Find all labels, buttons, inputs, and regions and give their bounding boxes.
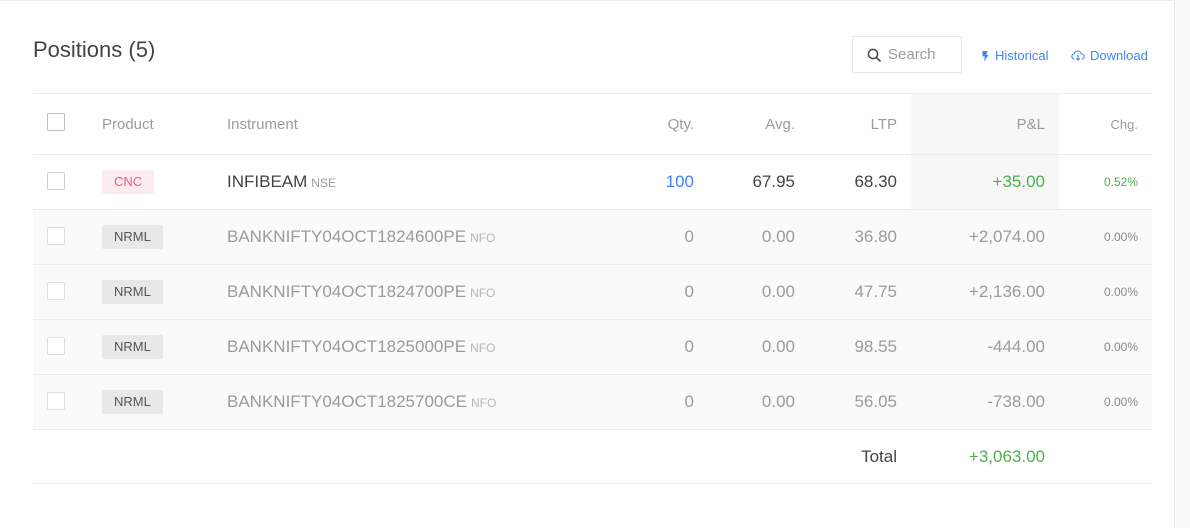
product-badge: NRML xyxy=(102,280,163,304)
table-row[interactable]: CNC INFIBEAM NSE 100 67.95 68.30 +35.00 … xyxy=(33,155,1152,210)
instrument-name: INFIBEAM xyxy=(227,172,308,191)
row-checkbox[interactable] xyxy=(47,337,65,355)
qty-value[interactable]: 100 xyxy=(666,155,694,209)
qty-value: 0 xyxy=(684,392,694,411)
ltp-value: 56.05 xyxy=(854,392,897,411)
table-row[interactable]: NRML BANKNIFTY04OCT1825700CE NFO 0 0.00 … xyxy=(33,375,1152,430)
table-header: Product Instrument Qty. Avg. LTP P&L Chg… xyxy=(33,93,1152,155)
download-link[interactable]: Download xyxy=(1071,48,1148,63)
pnl-value: -738.00 xyxy=(987,392,1045,411)
ltp-value: 98.55 xyxy=(854,337,897,356)
table-row[interactable]: NRML BANKNIFTY04OCT1825000PE NFO 0 0.00 … xyxy=(33,320,1152,375)
product-badge: NRML xyxy=(102,390,163,414)
historical-link[interactable]: Historical xyxy=(981,48,1048,63)
instrument-cell[interactable]: BANKNIFTY04OCT1824700PE NFO xyxy=(227,265,495,319)
positions-panel: Positions (5) Historical Download Produc… xyxy=(0,0,1175,528)
select-all-checkbox[interactable] xyxy=(47,113,65,131)
qty-value: 0 xyxy=(684,227,694,246)
qty-value: 0 xyxy=(684,337,694,356)
product-badge: NRML xyxy=(102,225,163,249)
avg-value: 0.00 xyxy=(761,282,795,301)
row-checkbox[interactable] xyxy=(47,227,65,245)
avg-value: 0.00 xyxy=(761,392,795,411)
cloud-download-icon xyxy=(1071,50,1085,61)
ltp-value: 68.30 xyxy=(854,172,897,191)
product-cell: CNC xyxy=(102,155,155,209)
header-chg[interactable]: Chg. xyxy=(1111,94,1138,154)
pnl-value: +2,074.00 xyxy=(968,227,1045,246)
exchange-label: NFO xyxy=(471,396,497,410)
header-pnl[interactable]: P&L xyxy=(1017,94,1045,154)
search-icon xyxy=(867,48,881,62)
total-pnl-value: +3,063.00 xyxy=(968,446,1045,466)
row-checkbox[interactable] xyxy=(47,282,65,300)
historical-icon xyxy=(982,50,989,61)
avg-value: 0.00 xyxy=(761,227,795,246)
chg-value: 0.00% xyxy=(1103,230,1138,244)
scroll-gutter xyxy=(1176,0,1190,528)
exchange-label: NFO xyxy=(470,341,496,355)
pnl-value: +35.00 xyxy=(992,172,1045,191)
pnl-value: +2,136.00 xyxy=(968,282,1045,301)
instrument-cell[interactable]: INFIBEAM NSE xyxy=(227,155,336,209)
header-instrument[interactable]: Instrument xyxy=(227,94,298,154)
product-badge: NRML xyxy=(102,335,163,359)
product-badge: CNC xyxy=(102,170,155,194)
download-label: Download xyxy=(1090,48,1148,63)
instrument-name: BANKNIFTY04OCT1825700CE xyxy=(227,392,467,411)
total-row: Total +3,063.00 xyxy=(33,430,1152,484)
chg-value: 0.00% xyxy=(1103,395,1138,409)
ltp-value: 36.80 xyxy=(854,227,897,246)
product-cell: NRML xyxy=(102,375,163,429)
product-cell: NRML xyxy=(102,265,163,319)
header-product[interactable]: Product xyxy=(102,94,154,154)
exchange-label: NFO xyxy=(470,231,496,245)
avg-value: 0.00 xyxy=(761,337,795,356)
header-qty[interactable]: Qty. xyxy=(668,94,694,154)
chg-value: 0.52% xyxy=(1103,175,1138,189)
instrument-name: BANKNIFTY04OCT1825000PE xyxy=(227,337,467,356)
exchange-label: NFO xyxy=(470,286,496,300)
instrument-cell[interactable]: BANKNIFTY04OCT1824600PE NFO xyxy=(227,210,495,264)
page-title: Positions (5) xyxy=(33,37,156,62)
instrument-cell[interactable]: BANKNIFTY04OCT1825700CE NFO xyxy=(227,375,496,429)
total-label: Total xyxy=(861,446,897,466)
instrument-cell[interactable]: BANKNIFTY04OCT1825000PE NFO xyxy=(227,320,495,374)
exchange-label: NSE xyxy=(311,176,336,190)
table-row[interactable]: NRML BANKNIFTY04OCT1824700PE NFO 0 0.00 … xyxy=(33,265,1152,320)
historical-label: Historical xyxy=(995,48,1049,63)
positions-table: Product Instrument Qty. Avg. LTP P&L Chg… xyxy=(33,93,1152,484)
header-avg[interactable]: Avg. xyxy=(765,94,795,154)
search-input[interactable] xyxy=(888,46,958,63)
instrument-name: BANKNIFTY04OCT1824700PE xyxy=(227,282,467,301)
header-ltp[interactable]: LTP xyxy=(871,94,897,154)
product-cell: NRML xyxy=(102,210,163,264)
row-checkbox[interactable] xyxy=(47,392,65,410)
chg-value: 0.00% xyxy=(1103,285,1138,299)
search-box[interactable] xyxy=(852,36,962,73)
qty-value: 0 xyxy=(684,282,694,301)
chg-value: 0.00% xyxy=(1103,340,1138,354)
avg-value: 67.95 xyxy=(752,172,795,191)
ltp-value: 47.75 xyxy=(854,282,897,301)
row-checkbox[interactable] xyxy=(47,172,65,190)
pnl-value: -444.00 xyxy=(987,337,1045,356)
instrument-name: BANKNIFTY04OCT1824600PE xyxy=(227,227,467,246)
table-row[interactable]: NRML BANKNIFTY04OCT1824600PE NFO 0 0.00 … xyxy=(33,210,1152,265)
product-cell: NRML xyxy=(102,320,163,374)
